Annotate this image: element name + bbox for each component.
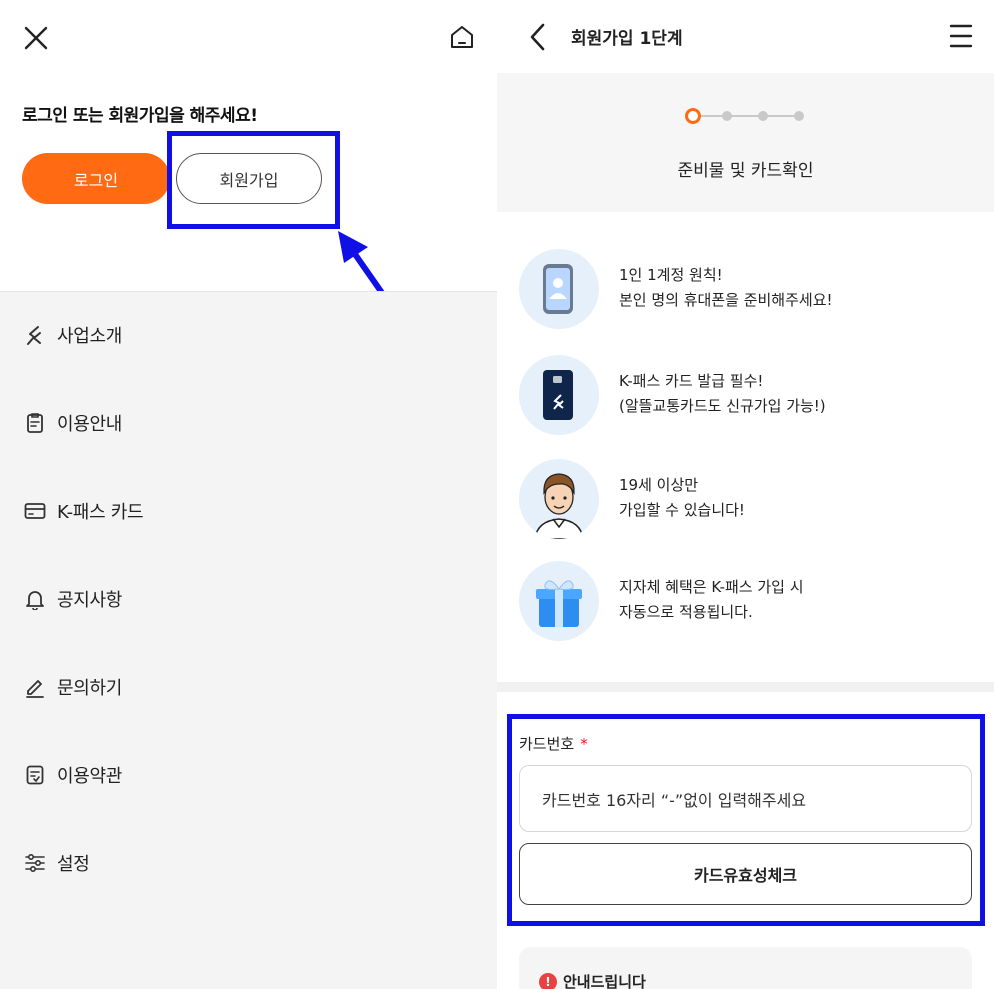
alert-icon: ! [539,972,557,989]
close-icon[interactable] [22,24,50,52]
credit-card-icon [24,500,46,522]
menu-item-notices[interactable]: 공지사항 [24,584,122,614]
info-text: K-패스 카드 발급 필수! (알뜰교통카드도 신규가입 가능!) [619,372,826,415]
menu-item-label: K-패스 카드 [57,502,144,523]
menu-item-label: 문의하기 [57,678,123,699]
info-text: 19세 이상만 가입할 수 있습니다! [619,476,745,519]
notice-box: ! 안내드립니다 [519,947,972,989]
page-title: 회원가입 1단계 [571,29,683,49]
menu-item-label: 설정 [57,854,90,875]
pencil-icon [24,676,46,698]
hamburger-menu-icon[interactable] [949,22,973,50]
menu-item-inquiry[interactable]: 문의하기 [24,672,122,702]
info-item-phone: 1인 1계정 원칙! 본인 명의 휴대폰을 준비해주세요! [519,249,979,329]
adult-person-icon [519,459,599,539]
document-check-icon [24,764,46,786]
smartphone-icon [519,249,599,329]
side-menu-header: 로그인 또는 회원가입을 해주세요! 로그인 회원가입 [0,0,497,291]
step-indicator-area: 준비물 및 카드확인 [497,73,994,212]
section-divider [497,682,994,692]
side-menu-panel: 로그인 또는 회원가입을 해주세요! 로그인 회원가입 사업소개 이용안내 K-… [0,0,497,989]
login-prompt-text: 로그인 또는 회원가입을 해주세요! [22,106,258,126]
menu-item-terms[interactable]: 이용약관 [24,760,122,790]
bell-icon [24,588,46,610]
menu-item-business-intro[interactable]: 사업소개 [24,320,122,350]
login-button[interactable]: 로그인 [22,153,170,204]
info-item-benefit: 지자체 혜택은 K-패스 가입 시 자동으로 적용됩니다. [519,561,979,641]
menu-item-label: 이용안내 [57,414,123,435]
kpass-card-icon [519,355,599,435]
highlight-box-signup [167,131,340,229]
home-icon[interactable] [449,24,475,50]
notice-title: ! 안내드립니다 [539,971,646,989]
menu-item-usage-guide[interactable]: 이용안내 [24,408,122,438]
menu-item-settings[interactable]: 설정 [24,848,90,878]
info-item-card: K-패스 카드 발급 필수! (알뜰교통카드도 신규가입 가능!) [519,355,979,435]
menu-item-label: 공지사항 [57,590,123,611]
k-logo-icon [24,324,46,346]
clipboard-icon [24,412,46,434]
menu-item-label: 이용약관 [57,766,123,787]
menu-item-label: 사업소개 [57,326,123,347]
signup-step1-screen: 회원가입 1단계 준비물 및 카드확인 1인 1계정 원칙! 본인 명의 휴대폰… [497,0,994,989]
info-text: 지자체 혜택은 K-패스 가입 시 자동으로 적용됩니다. [619,578,804,621]
menu-item-kpass-card[interactable]: K-패스 카드 [24,496,144,526]
signup-header: 회원가입 1단계 [497,0,994,73]
info-item-age: 19세 이상만 가입할 수 있습니다! [519,459,979,539]
info-text: 1인 1계정 원칙! 본인 명의 휴대폰을 준비해주세요! [619,266,833,309]
side-menu-list: 사업소개 이용안내 K-패스 카드 공지사항 문의하기 이용약관 설정 [0,291,497,989]
back-arrow-icon[interactable] [527,22,549,52]
step-progress-dots [685,108,804,124]
gift-box-icon [519,561,599,641]
step-label: 준비물 및 카드확인 [677,161,814,181]
highlight-box-card-input [507,714,985,926]
sliders-icon [24,852,46,874]
